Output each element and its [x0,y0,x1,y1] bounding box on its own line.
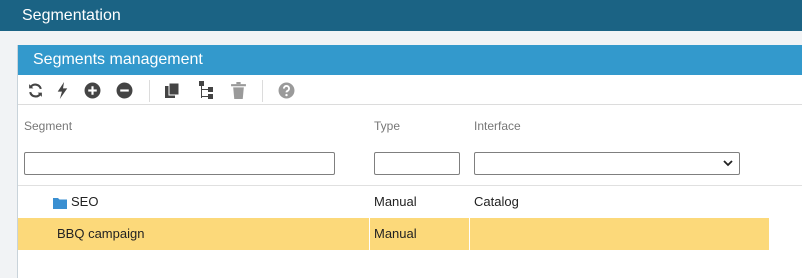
type-filter-input[interactable] [374,152,460,175]
trash-icon [230,81,246,99]
column-header-interface[interactable]: Interface [474,119,521,133]
row-segment-name: SEO [71,194,99,209]
column-header-segment[interactable]: Segment [24,119,72,133]
add-button[interactable] [82,80,102,100]
window-title: Segmentation [22,7,121,24]
table-row-selected[interactable]: BBQ campaign Manual [18,218,769,250]
row-type: Manual [374,226,417,241]
window-title-bar: Segmentation [0,0,802,31]
tree-button[interactable] [196,80,216,100]
toolbar-separator [262,80,263,102]
copy-button[interactable] [162,80,182,100]
add-circle-icon [84,82,100,98]
panel-title: Segments management [33,51,203,68]
interface-filter-select[interactable] [474,152,740,175]
cell-divider [469,218,470,250]
segments-panel: Segments management Segment Type Interfa… [17,45,802,278]
chevron-down-icon [723,160,733,167]
folder-icon [53,186,67,218]
row-segment-name: BBQ campaign [57,226,145,241]
lightning-icon [57,81,68,99]
segmentation-window: Segmentation Segments management Segment… [0,0,802,278]
delete-button[interactable] [228,80,248,100]
column-header-type[interactable]: Type [374,119,400,133]
toolbar-separator [149,80,150,102]
grid-header: Segment Type Interface [18,106,802,186]
remove-button[interactable] [114,80,134,100]
panel-header: Segments management [18,45,802,75]
remove-circle-icon [116,82,132,98]
row-type: Manual [374,194,417,209]
segment-filter-input[interactable] [24,152,335,175]
help-button[interactable] [276,80,296,100]
cell-divider [369,218,370,250]
tree-icon [199,80,213,99]
copy-icon [165,82,180,98]
row-interface: Catalog [474,194,519,209]
execute-button[interactable] [53,80,73,100]
help-icon [278,82,294,98]
refresh-button[interactable] [25,80,45,100]
toolbar [18,75,802,105]
table-row[interactable]: SEO Manual Catalog [18,186,769,218]
refresh-icon [28,83,42,97]
